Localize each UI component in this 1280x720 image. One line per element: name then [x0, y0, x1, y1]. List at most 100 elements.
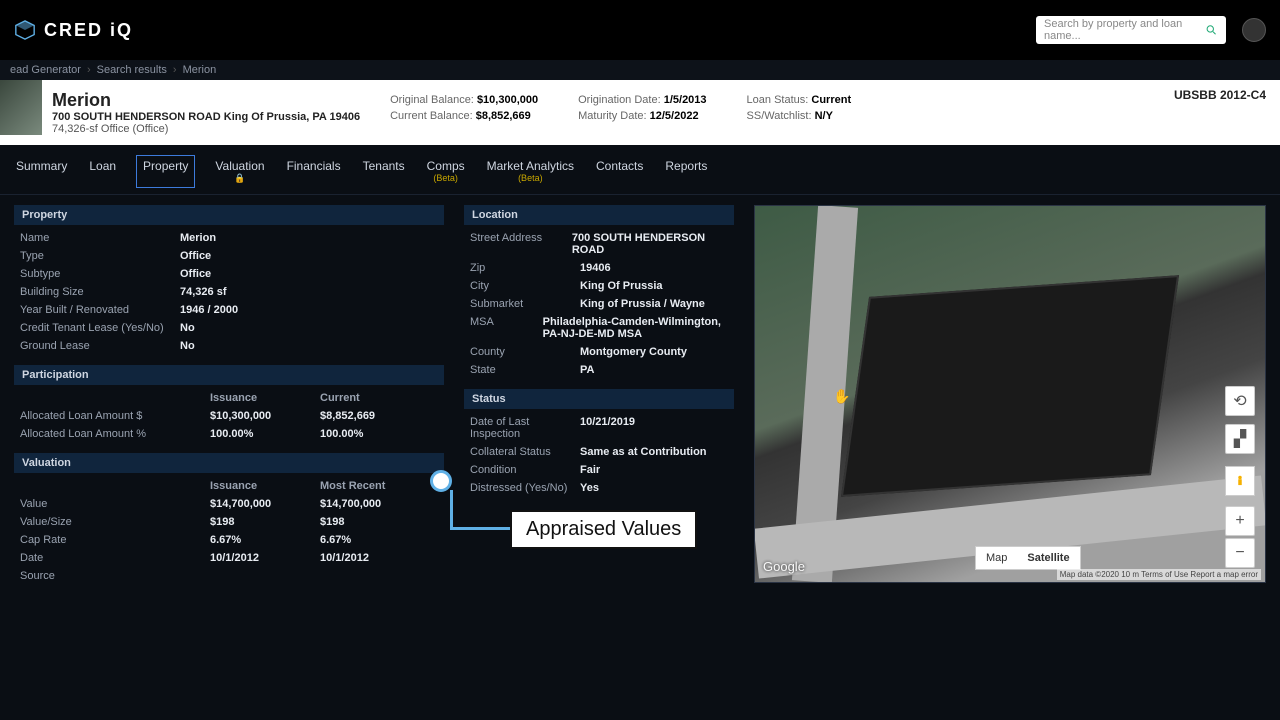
kv-key: Ground Lease	[20, 340, 180, 352]
callout-line-icon	[450, 490, 510, 530]
kv-value: 10/21/2019	[580, 416, 635, 440]
tab-market-analytics[interactable]: Market Analytics(Beta)	[485, 155, 576, 188]
map-rotate-button[interactable]: ⟲	[1225, 386, 1255, 416]
kv-key: State	[470, 364, 580, 376]
kv-key: MSA	[470, 316, 543, 340]
property-title: Merion	[52, 90, 360, 111]
maturity-date-label: Maturity Date:	[578, 110, 646, 122]
orig-date-value: 1/5/2013	[664, 94, 707, 106]
property-subtitle: 74,326-sf Office (Office)	[52, 123, 360, 135]
map-zoom-in-button[interactable]: +	[1225, 506, 1255, 536]
callout-label: Appraised Values	[510, 510, 697, 549]
kv-row: Ground LeaseNo	[14, 337, 444, 355]
watchlist-value: N/Y	[815, 110, 833, 122]
kv-value: King of Prussia / Wayne	[580, 298, 705, 310]
brand-text: CRED iQ	[44, 20, 133, 41]
tab-summary[interactable]: Summary	[14, 155, 69, 188]
deal-id: UBSBB 2012-C4	[1174, 88, 1266, 102]
kv-row: MSAPhiladelphia-Camden-Wilmington, PA-NJ…	[464, 313, 734, 343]
cur-balance-label: Current Balance:	[390, 110, 473, 122]
kv-value: Fair	[580, 464, 600, 476]
kv-key: Credit Tenant Lease (Yes/No)	[20, 322, 180, 334]
status-rows: Date of Last Inspection10/21/2019Collate…	[464, 413, 734, 497]
map-type-toggle[interactable]: Map Satellite	[975, 546, 1081, 570]
valuation-table: IssuanceMost RecentValue$14,700,000$14,7…	[14, 477, 444, 585]
kv-row: ConditionFair	[464, 461, 734, 479]
annotation-callout: Appraised Values	[510, 510, 697, 549]
map-zoom-out-button[interactable]: −	[1225, 538, 1255, 568]
search-icon	[1205, 23, 1218, 37]
map-type-map[interactable]: Map	[976, 547, 1017, 569]
orig-balance-label: Original Balance:	[390, 94, 474, 106]
property-rows: NameMerionTypeOfficeSubtypeOfficeBuildin…	[14, 229, 444, 355]
crumb-1[interactable]: Search results	[97, 64, 167, 76]
kv-row: NameMerion	[14, 229, 444, 247]
brand: CRED iQ	[14, 19, 133, 41]
tab-reports[interactable]: Reports	[663, 155, 709, 188]
map[interactable]: ✋ ⟲ ▞ + − Map Satellite Google Map data …	[754, 205, 1266, 583]
orig-date-label: Origination Date:	[578, 94, 661, 106]
kv-value: Philadelphia-Camden-Wilmington, PA-NJ-DE…	[543, 316, 728, 340]
user-avatar[interactable]	[1242, 18, 1266, 42]
table-row: Value$14,700,000$14,700,000	[14, 495, 444, 513]
kv-row: CountyMontgomery County	[464, 343, 734, 361]
kv-value: No	[180, 340, 195, 352]
google-logo: Google	[763, 559, 805, 574]
kv-value: 74,326 sf	[180, 286, 226, 298]
tab-bar: Summary Loan Property Valuation🔒 Financials T…	[0, 145, 1280, 195]
kv-key: City	[470, 280, 580, 292]
map-tilt-button[interactable]: ▞	[1225, 424, 1255, 454]
beta-badge: (Beta)	[487, 173, 574, 183]
kv-value: Same as at Contribution	[580, 446, 707, 458]
section-location-title: Location	[464, 205, 734, 225]
kv-value: King Of Prussia	[580, 280, 663, 292]
tab-valuation[interactable]: Valuation🔒	[213, 155, 266, 188]
tab-property[interactable]: Property	[136, 155, 195, 188]
map-attribution: Map data ©2020 10 m Terms of Use Report …	[1057, 569, 1261, 580]
kv-value: Montgomery County	[580, 346, 687, 358]
tab-tenants[interactable]: Tenants	[361, 155, 407, 188]
top-bar: CRED iQ Search by property and loan name…	[0, 0, 1280, 60]
kv-row: SubmarketKing of Prussia / Wayne	[464, 295, 734, 313]
loan-status-value: Current	[811, 94, 851, 106]
tab-loan[interactable]: Loan	[87, 155, 118, 188]
kv-row: Collateral StatusSame as at Contribution	[464, 443, 734, 461]
kv-value: PA	[580, 364, 594, 376]
kv-value: No	[180, 322, 195, 334]
kv-row: TypeOffice	[14, 247, 444, 265]
table-row: Cap Rate6.67%6.67%	[14, 531, 444, 549]
kv-value: 1946 / 2000	[180, 304, 238, 316]
tab-financials[interactable]: Financials	[285, 155, 343, 188]
kv-value: Office	[180, 268, 211, 280]
breadcrumb: ead Generator› Search results› Merion	[0, 60, 1280, 80]
kv-key: Zip	[470, 262, 580, 274]
search-input[interactable]: Search by property and loan name...	[1036, 16, 1226, 44]
tab-comps[interactable]: Comps(Beta)	[425, 155, 467, 188]
kv-key: Name	[20, 232, 180, 244]
kv-value: 700 SOUTH HENDERSON ROAD	[572, 232, 728, 256]
beta-badge: (Beta)	[427, 173, 465, 183]
kv-key: Building Size	[20, 286, 180, 298]
kv-row: Credit Tenant Lease (Yes/No)No	[14, 319, 444, 337]
kv-row: Street Address700 SOUTH HENDERSON ROAD	[464, 229, 734, 259]
brand-logo-icon	[14, 19, 36, 41]
crumb-0[interactable]: ead Generator	[10, 64, 81, 76]
kv-key: Type	[20, 250, 180, 262]
map-type-satellite[interactable]: Satellite	[1017, 547, 1079, 569]
table-row: Value/Size$198$198	[14, 513, 444, 531]
kv-value: 19406	[580, 262, 611, 274]
map-pegman-button[interactable]	[1225, 466, 1255, 496]
kv-key: County	[470, 346, 580, 358]
search-placeholder: Search by property and loan name...	[1044, 18, 1205, 42]
kv-key: Street Address	[470, 232, 572, 256]
callout-circle-icon	[430, 470, 452, 492]
tab-contacts[interactable]: Contacts	[594, 155, 645, 188]
kv-row: Zip19406	[464, 259, 734, 277]
section-status-title: Status	[464, 389, 734, 409]
kv-key: Year Built / Renovated	[20, 304, 180, 316]
kv-key: Condition	[470, 464, 580, 476]
kv-row: Year Built / Renovated1946 / 2000	[14, 301, 444, 319]
table-row: Allocated Loan Amount %100.00%100.00%	[14, 425, 444, 443]
table-row: Date10/1/201210/1/2012	[14, 549, 444, 567]
loan-status-label: Loan Status:	[747, 94, 809, 106]
